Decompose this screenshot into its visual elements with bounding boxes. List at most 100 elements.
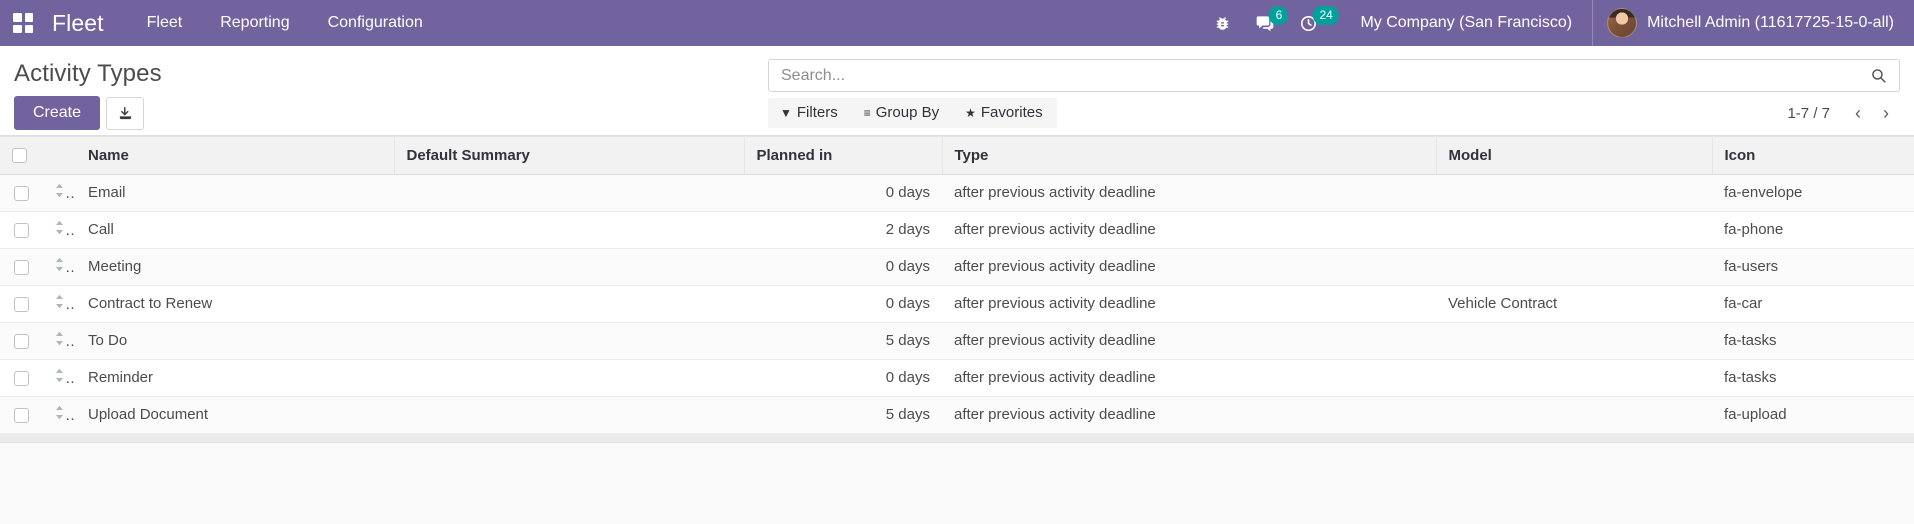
favorites-dropdown[interactable]: ★ Favorites xyxy=(953,98,1056,128)
group-by-bars-icon: ≡ xyxy=(864,107,871,119)
column-header-icon[interactable]: Icon xyxy=(1712,137,1914,175)
avatar xyxy=(1607,8,1637,38)
cell-name: To Do xyxy=(76,323,394,360)
filters-label: Filters xyxy=(797,104,838,121)
cell-planned: 5 days xyxy=(744,397,942,434)
row-select-cell xyxy=(0,323,42,360)
row-checkbox[interactable] xyxy=(14,408,29,423)
select-all-checkbox[interactable] xyxy=(12,148,27,163)
row-checkbox[interactable] xyxy=(14,371,29,386)
cell-icon: fa-upload xyxy=(1712,397,1914,434)
cell-planned: 0 days xyxy=(744,286,942,323)
sort-handle-icon[interactable] xyxy=(54,257,65,272)
table-row[interactable]: Contract to Renew 0 days after previous … xyxy=(0,286,1914,323)
favorites-label: Favorites xyxy=(981,104,1043,121)
user-menu[interactable]: Mitchell Admin (11617725-15-0-all) xyxy=(1592,0,1900,46)
table-row[interactable]: Email 0 days after previous activity dea… xyxy=(0,175,1914,212)
search-icon[interactable] xyxy=(1868,67,1889,84)
cell-summary xyxy=(394,286,744,323)
row-checkbox[interactable] xyxy=(14,334,29,349)
sort-handle-icon[interactable] xyxy=(54,331,65,346)
row-checkbox[interactable] xyxy=(14,297,29,312)
apps-grid-icon[interactable] xyxy=(10,10,36,36)
main-nav-menu: Fleet Reporting Configuration xyxy=(128,0,442,46)
cell-name: Upload Document xyxy=(76,397,394,434)
sort-handle-icon[interactable] xyxy=(54,368,65,383)
cell-name: Contract to Renew xyxy=(76,286,394,323)
create-button[interactable]: Create xyxy=(14,96,100,130)
cell-name: Call xyxy=(76,212,394,249)
navbar-right-group: 6 24 My Company (San Francisco) Mitchell… xyxy=(1202,0,1900,46)
cell-icon: fa-tasks xyxy=(1712,360,1914,397)
pager-previous-button[interactable]: ‹ xyxy=(1846,102,1870,124)
company-switcher[interactable]: My Company (San Francisco) xyxy=(1346,0,1586,46)
list-footer-bar xyxy=(0,434,1914,443)
cell-model xyxy=(1436,323,1712,360)
table-row[interactable]: To Do 5 days after previous activity dea… xyxy=(0,323,1914,360)
row-select-cell xyxy=(0,212,42,249)
messages-badge: 6 xyxy=(1269,6,1288,25)
table-row[interactable]: Upload Document 5 days after previous ac… xyxy=(0,397,1914,434)
cell-name: Meeting xyxy=(76,249,394,286)
row-checkbox[interactable] xyxy=(14,223,29,238)
row-checkbox[interactable] xyxy=(14,186,29,201)
table-row[interactable]: Meeting 0 days after previous activity d… xyxy=(0,249,1914,286)
cell-summary xyxy=(394,323,744,360)
page-title: Activity Types xyxy=(14,62,162,86)
handle-header xyxy=(42,137,76,175)
brand-title[interactable]: Fleet xyxy=(52,10,104,37)
cell-type: after previous activity deadline xyxy=(942,360,1436,397)
group-by-dropdown[interactable]: ≡ Group By xyxy=(852,98,953,128)
cell-planned: 5 days xyxy=(744,323,942,360)
column-header-summary[interactable]: Default Summary xyxy=(394,137,744,175)
row-drag-handle-cell xyxy=(42,175,76,212)
nav-item-fleet[interactable]: Fleet xyxy=(128,0,202,46)
select-all-header xyxy=(0,137,42,175)
table-row[interactable]: Call 2 days after previous activity dead… xyxy=(0,212,1914,249)
pager: 1-7 / 7 ‹ › xyxy=(1787,102,1900,124)
table-row[interactable]: Reminder 0 days after previous activity … xyxy=(0,360,1914,397)
column-header-model[interactable]: Model xyxy=(1436,137,1712,175)
row-drag-handle-cell xyxy=(42,323,76,360)
column-header-planned[interactable]: Planned in xyxy=(744,137,942,175)
cell-icon: fa-envelope xyxy=(1712,175,1914,212)
cell-planned: 0 days xyxy=(744,360,942,397)
row-drag-handle-cell xyxy=(42,212,76,249)
cell-planned: 0 days xyxy=(744,175,942,212)
row-select-cell xyxy=(0,175,42,212)
cell-summary xyxy=(394,175,744,212)
pager-next-button[interactable]: › xyxy=(1874,102,1898,124)
cell-type: after previous activity deadline xyxy=(942,397,1436,434)
cell-name: Email xyxy=(76,175,394,212)
column-header-type[interactable]: Type xyxy=(942,137,1436,175)
cell-icon: fa-tasks xyxy=(1712,323,1914,360)
activities-clock-icon[interactable]: 24 xyxy=(1287,0,1330,46)
top-navbar: Fleet Fleet Reporting Configuration 6 xyxy=(0,0,1914,46)
messages-icon[interactable]: 6 xyxy=(1243,0,1287,46)
row-drag-handle-cell xyxy=(42,249,76,286)
table-body: Email 0 days after previous activity dea… xyxy=(0,175,1914,434)
row-checkbox[interactable] xyxy=(14,260,29,275)
search-input[interactable] xyxy=(781,67,1868,85)
sort-handle-icon[interactable] xyxy=(54,220,65,235)
control-panel-left: Activity Types Create xyxy=(14,46,162,135)
nav-item-reporting[interactable]: Reporting xyxy=(201,0,308,46)
cell-model xyxy=(1436,212,1712,249)
cell-summary xyxy=(394,212,744,249)
cell-type: after previous activity deadline xyxy=(942,249,1436,286)
search-view[interactable] xyxy=(768,59,1900,92)
group-by-label: Group By xyxy=(876,104,939,121)
sort-handle-icon[interactable] xyxy=(54,183,65,198)
sort-handle-icon[interactable] xyxy=(54,405,65,420)
download-export-icon[interactable] xyxy=(106,97,144,130)
bug-icon[interactable] xyxy=(1202,0,1243,46)
filters-dropdown[interactable]: ▼ Filters xyxy=(768,98,852,128)
row-drag-handle-cell xyxy=(42,286,76,323)
sort-handle-icon[interactable] xyxy=(54,294,65,309)
column-header-name[interactable]: Name xyxy=(76,137,394,175)
apps-grid-cell xyxy=(25,13,34,22)
nav-item-configuration[interactable]: Configuration xyxy=(309,0,442,46)
list-view: Name Default Summary Planned in Type Mod… xyxy=(0,136,1914,443)
table-header: Name Default Summary Planned in Type Mod… xyxy=(0,137,1914,175)
cell-planned: 0 days xyxy=(744,249,942,286)
